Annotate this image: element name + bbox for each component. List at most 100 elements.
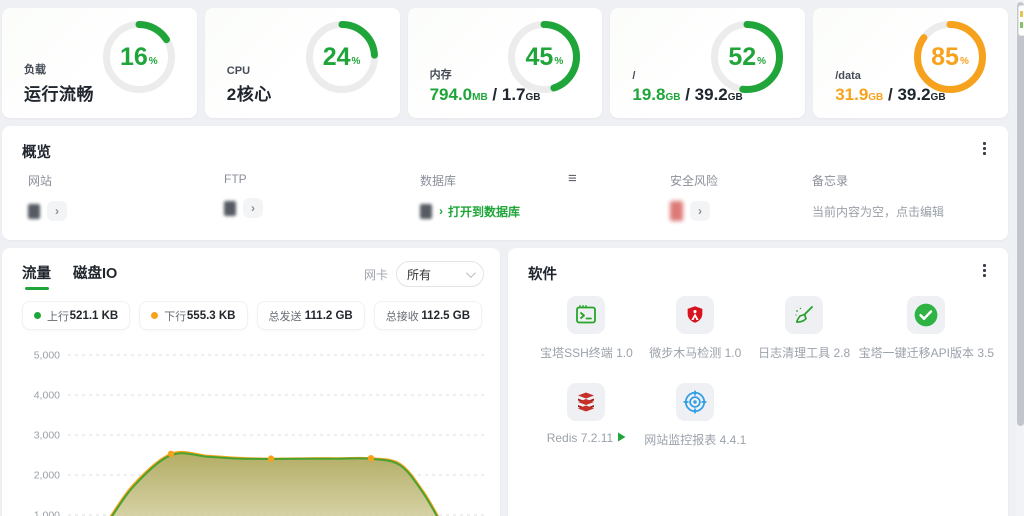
censored-value (224, 200, 236, 216)
overview-item-label: 备忘录 (812, 174, 849, 188)
overview-item-label: FTP (224, 172, 247, 186)
stat-card-label: 负载 (24, 64, 46, 76)
overview-item-2: 数据库 › 打开到数据库 (420, 172, 670, 222)
nic-filter: 网卡 所有 (364, 261, 484, 287)
overview-card: 概览 网站 › FTP › 数据库 › 打开到数据库 安全风险 › 备忘录 当前内… (2, 126, 1008, 240)
dashboard-page: 负载 运行流畅 16% CPU 2核心 24% 内存 794.0MB / 1.7GB (0, 0, 1024, 516)
chevron-right-icon[interactable]: › (243, 198, 263, 218)
svg-text:4,000: 4,000 (34, 390, 60, 402)
stat-card-label: CPU (226, 65, 251, 77)
overview-item-1: FTP › (224, 172, 420, 222)
stat-card-value: 2核心 (226, 85, 272, 104)
memo-note[interactable]: 当前内容为空，点击编辑 (812, 203, 944, 220)
stat-pill-label: 下行 (164, 310, 187, 323)
series-dot-icon (151, 312, 159, 319)
software-item-label: 宝塔一键迁移API版本 3.5 (858, 346, 994, 360)
stat-pill-value: 521.1 KB (69, 309, 119, 322)
software-card: 软件 宝塔SSH终端 1.0 微步木马检测 1.0 日志清理工具 2.8 宝塔一… (508, 248, 1008, 516)
gauge-percent: 24% (322, 42, 361, 71)
tab-traffic[interactable]: 流量 (22, 262, 51, 290)
svg-text:1,000: 1,000 (34, 510, 60, 516)
gauge-percent: 16% (119, 42, 158, 71)
nic-select[interactable]: 所有 (396, 261, 484, 287)
target-icon (676, 383, 715, 421)
stat-pill-value: 112.5 GB (421, 309, 470, 322)
stat-card-4[interactable]: /data 31.9GB / 39.2GB 85% (813, 8, 1008, 118)
censored-value (670, 201, 683, 221)
censored-value (420, 203, 432, 219)
scrollbar-thumb[interactable] (1016, 2, 1024, 426)
software-item-5[interactable]: 网站监控报表 4.4.1 (641, 383, 750, 448)
software-grid: 宝塔SSH终端 1.0 微步木马检测 1.0 日志清理工具 2.8 宝塔一键迁移… (532, 296, 994, 448)
nic-label: 网卡 (363, 267, 388, 282)
tab-disk-io[interactable]: 磁盘IO (73, 262, 117, 290)
terminal-icon (567, 296, 606, 334)
chevron-right-icon[interactable]: › (47, 201, 67, 221)
gauge-ring: 85% (913, 21, 986, 93)
svg-text:3,000: 3,000 (34, 430, 60, 442)
stat-card-1[interactable]: CPU 2核心 24% (204, 8, 400, 118)
software-item-label: Redis 7.2.11 (547, 431, 627, 445)
gauge-ring: 16% (102, 21, 175, 93)
traffic-stat-pill: 上行 521.1 KB (22, 301, 131, 330)
overview-title: 概览 (22, 145, 51, 161)
software-item-label: 日志清理工具 2.8 (758, 346, 851, 360)
kebab-menu-icon[interactable] (976, 139, 992, 157)
overview-items: 网站 › FTP › 数据库 › 打开到数据库 安全风险 › 备忘录 当前内容为空… (28, 172, 988, 222)
traffic-stat-pill: 下行 555.3 KB (139, 301, 248, 330)
play-icon (617, 431, 626, 445)
stat-card-3[interactable]: /19.8GB / 39.2GB 52% (610, 8, 806, 118)
traffic-stat-pills: 上行 521.1 KB 下行 555.3 KB 总发送 111.2 GB 总接收… (22, 301, 482, 330)
traffic-stat-pill: 总接收 112.5 GB (373, 301, 482, 330)
gauge-percent: 85% (931, 42, 969, 71)
traffic-chart: 5,000 4,000 3,000 2,000 1,000 (8, 344, 494, 516)
broom-icon (785, 296, 824, 334)
scrollbar-track (1016, 0, 1024, 516)
censored-value (28, 203, 40, 219)
stat-pill-label: 总接收 (385, 310, 419, 323)
chevron-right-icon: › (439, 204, 443, 218)
software-item-label: 微步木马检测 1.0 (649, 346, 742, 360)
kebab-menu-icon[interactable] (976, 261, 992, 279)
overview-item-label: 网站 (28, 174, 53, 188)
overview-item-3: 安全风险 › (670, 172, 812, 222)
stat-card-2[interactable]: 内存 794.0MB / 1.7GB 45% (407, 8, 603, 118)
overview-item-label: 安全风险 (670, 174, 719, 188)
software-item-label: 网站监控报表 4.4.1 (644, 433, 747, 447)
software-item-1[interactable]: 微步木马检测 1.0 (641, 296, 750, 361)
gauge-ring: 24% (305, 21, 378, 93)
software-title: 软件 (528, 267, 557, 283)
series-dot-icon (34, 312, 41, 319)
check-circle-icon (907, 296, 946, 334)
stat-pill-value: 555.3 KB (186, 309, 236, 322)
software-item-0[interactable]: 宝塔SSH终端 1.0 (532, 296, 641, 361)
chevron-right-icon[interactable]: › (690, 201, 710, 221)
software-item-4[interactable]: Redis 7.2.11 (532, 383, 641, 448)
traffic-card: 流量 磁盘IO 网卡 所有 上行 521.1 KB 下行 555.3 KB 总发送… (2, 248, 500, 516)
overview-link[interactable]: › 打开到数据库 (439, 203, 520, 220)
stat-card-value: 运行流畅 (24, 85, 94, 104)
stat-card-0[interactable]: 负载运行流畅 16% (2, 8, 197, 118)
stat-pill-label: 上行 (47, 310, 69, 323)
gauge-percent: 45% (525, 42, 564, 71)
software-item-label: 宝塔SSH终端 1.0 (540, 346, 633, 360)
gauge-ring: 52% (711, 21, 784, 93)
redis-icon (567, 383, 606, 421)
software-item-2[interactable]: 日志清理工具 2.8 (750, 296, 859, 361)
stat-pill-value: 111.2 GB (304, 309, 353, 322)
stat-pill-label: 总发送 (268, 310, 302, 323)
stat-cards-row: 负载 运行流畅 16% CPU 2核心 24% 内存 794.0MB / 1.7GB (2, 8, 1008, 118)
overview-item-4: 备忘录 当前内容为空，点击编辑 (812, 172, 988, 222)
edge-widget-cutoff[interactable] (1018, 5, 1024, 36)
shield-icon (676, 296, 715, 334)
chevron-down-icon (465, 267, 476, 278)
gauge-ring: 45% (508, 21, 581, 93)
overview-item-0: 网站 › (28, 172, 224, 222)
gauge-percent: 52% (728, 42, 767, 71)
svg-text:2,000: 2,000 (34, 470, 60, 482)
nic-select-value: 所有 (407, 267, 432, 282)
traffic-tabs: 流量 磁盘IO (22, 262, 117, 290)
overview-item-label: 数据库 (420, 174, 457, 188)
software-item-3[interactable]: 宝塔一键迁移API版本 3.5 (859, 296, 994, 361)
drag-handle-icon[interactable]: ≡ (568, 170, 577, 187)
